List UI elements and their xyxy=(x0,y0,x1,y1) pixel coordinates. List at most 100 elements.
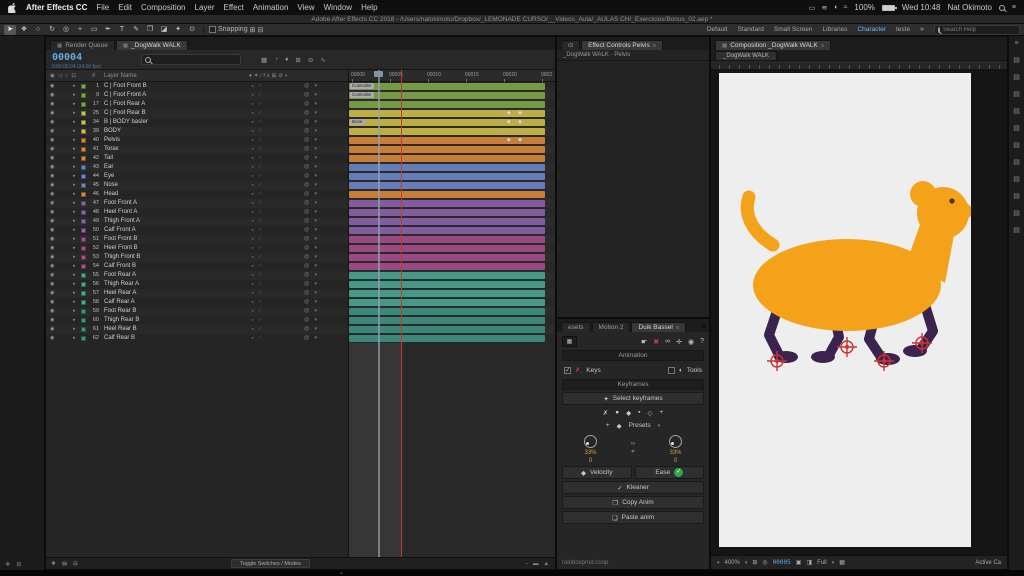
select-keyframes-button[interactable]: ✦ Select keyframes xyxy=(562,392,704,405)
resolution-caret-icon[interactable]: ▾ xyxy=(832,560,835,566)
presets-caret-icon[interactable]: ▾ xyxy=(658,423,661,429)
layer-parent-picker[interactable]: @ ▾ xyxy=(304,137,319,143)
menu-app-name[interactable]: After Effects CC xyxy=(26,3,87,12)
in-out-icon[interactable]: ⊟ xyxy=(73,561,78,567)
layer-name[interactable]: Ear xyxy=(104,164,113,170)
layer-name[interactable]: Torax xyxy=(104,146,119,152)
workspace-small-screen[interactable]: Small Screen xyxy=(774,26,813,33)
layer-row[interactable]: ◉▸56Thigh Rear A◒ ∕@ ▾ xyxy=(46,280,555,289)
layer-switches[interactable]: ◒ ∕ xyxy=(251,254,262,260)
eye-icon[interactable]: ◉ xyxy=(50,254,54,260)
eye-icon[interactable]: ◉ xyxy=(50,110,54,116)
layer-switches[interactable]: ◒ ∕ xyxy=(251,218,262,224)
twirl-icon[interactable]: ▸ xyxy=(73,146,76,152)
layer-color-swatch[interactable] xyxy=(81,111,86,116)
layer-name[interactable]: Tail xyxy=(104,155,113,161)
channels-icon[interactable]: ◨ xyxy=(806,559,812,566)
eye-icon[interactable]: ◉ xyxy=(50,83,54,89)
eye-icon[interactable]: ◉ xyxy=(50,200,54,206)
snap-features-icon[interactable]: ⊟ xyxy=(257,26,263,34)
tab-dogwalk-walk[interactable]: ▦_DogWalk WALK xyxy=(116,40,188,50)
layer-name-header[interactable]: Layer Name xyxy=(104,73,137,79)
layer-parent-picker[interactable]: @ ▾ xyxy=(304,236,319,242)
hide-shy-icon[interactable]: ♦ xyxy=(285,56,288,64)
panel-icon[interactable]: ▤ xyxy=(1013,90,1020,98)
apple-icon[interactable] xyxy=(8,3,17,13)
roto-brush-tool[interactable]: ✦ xyxy=(172,25,184,35)
ease-in-percent[interactable]: 33% xyxy=(584,450,596,456)
hamburger-menu-icon[interactable]: ≡ xyxy=(1014,40,1018,47)
tab-effect-controls[interactable]: Effect Controls Pelvis ≡ xyxy=(581,40,663,50)
eye-icon[interactable]: ◉ xyxy=(50,128,54,134)
layer-switches[interactable]: ◒ ∕ xyxy=(251,119,262,125)
layer-switches[interactable]: ◒ ∕ xyxy=(251,272,262,278)
keyframe-markers[interactable]: ◆ ◆ xyxy=(507,137,525,143)
live-update-icon[interactable]: ▦ xyxy=(261,56,267,64)
layer-row[interactable]: ◉▸42Tail◒ ∕@ ▾ xyxy=(46,154,555,163)
layer-name[interactable]: Foot Front B xyxy=(104,236,137,242)
twirl-icon[interactable]: ▸ xyxy=(73,317,76,323)
twirl-icon[interactable]: ▸ xyxy=(73,119,76,125)
mask-tool[interactable]: ▭ xyxy=(88,25,100,35)
workspace-character[interactable]: Character xyxy=(857,26,886,33)
layer-color-swatch[interactable] xyxy=(81,129,86,134)
layer-color-swatch[interactable] xyxy=(81,318,86,323)
pan-behind-tool[interactable]: + xyxy=(74,25,86,35)
layer-color-swatch[interactable] xyxy=(81,165,86,170)
layer-name[interactable]: Heel Front B xyxy=(104,245,138,251)
ease-button[interactable]: Ease ✓ xyxy=(635,466,705,479)
layer-switches[interactable]: ◒ ∕ xyxy=(251,281,262,287)
layer-name[interactable]: C | Foot Rear B xyxy=(104,110,146,116)
layer-name[interactable]: Foot Rear A xyxy=(104,272,136,278)
layer-color-swatch[interactable] xyxy=(81,300,86,305)
adjustment-layer-icon[interactable]: ◐ xyxy=(285,73,290,79)
menu-effect[interactable]: Effect xyxy=(224,3,244,12)
workspace-libraries[interactable]: Libraries xyxy=(823,26,848,33)
more-panels-icon[interactable]: » xyxy=(702,323,706,332)
magnification-caret-icon[interactable]: ▾ xyxy=(717,560,720,566)
keyframe-markers[interactable]: ◆ ◆ xyxy=(507,119,525,125)
layer-color-swatch[interactable] xyxy=(81,210,86,215)
eye-icon[interactable]: ◉ xyxy=(50,101,54,107)
velocity-button[interactable]: ◆ Velocity xyxy=(562,466,632,479)
layer-parent-picker[interactable]: @ ▾ xyxy=(304,281,319,287)
tab-motion-2[interactable]: Motion 2 xyxy=(592,322,631,332)
layer-parent-picker[interactable]: @ ▾ xyxy=(304,92,319,98)
layer-parent-picker[interactable]: @ ▾ xyxy=(304,119,319,125)
eye-icon[interactable]: ◉ xyxy=(50,146,54,152)
layer-name[interactable]: Thigh Rear A xyxy=(104,281,139,287)
layer-color-swatch[interactable] xyxy=(81,102,86,107)
motion-blur-icon[interactable]: ⊘ xyxy=(278,73,285,79)
menubar-user[interactable]: Nat Okimoto xyxy=(947,3,991,12)
layer-row[interactable]: ◉▸46Head◒ ∕@ ▾ xyxy=(46,190,555,199)
region-of-interest-icon[interactable]: ▦ xyxy=(839,559,845,566)
layer-row[interactable]: ◉▸57Heel Rear A◒ ∕@ ▾ xyxy=(46,289,555,298)
timeline-search-input[interactable] xyxy=(154,57,237,63)
layer-switches[interactable]: ◒ ∕ xyxy=(251,245,262,251)
fx-icon[interactable]: fx xyxy=(263,73,271,79)
twirl-icon[interactable]: ▸ xyxy=(73,200,76,206)
twirl-icon[interactable]: ▸ xyxy=(73,245,76,251)
layer-color-swatch[interactable] xyxy=(81,183,86,188)
timeline-zoom-slider[interactable]: − ▬ ▲ xyxy=(525,561,549,567)
layer-color-swatch[interactable] xyxy=(81,147,86,152)
wifi-icon[interactable]: ≈ xyxy=(844,4,848,12)
red-x-icon[interactable]: ✖ xyxy=(653,338,659,346)
layer-color-swatch[interactable] xyxy=(81,228,86,233)
rotation-tool[interactable]: ↻ xyxy=(46,25,58,35)
eye-icon[interactable]: ◉ xyxy=(50,155,54,161)
layer-switches[interactable]: ◒ ∕ xyxy=(251,317,262,323)
brush-tool[interactable]: ✎ xyxy=(130,25,142,35)
layer-parent-picker[interactable]: @ ▾ xyxy=(304,218,319,224)
expand-layers-icon[interactable]: ❖ xyxy=(51,561,56,567)
layer-color-swatch[interactable] xyxy=(81,156,86,161)
add-keyframe-icon[interactable]: + xyxy=(659,409,663,416)
menu-window[interactable]: Window xyxy=(324,3,352,12)
ease-out-dial[interactable] xyxy=(669,435,682,448)
layer-color-swatch[interactable] xyxy=(81,192,86,197)
selection-tool[interactable]: ➤ xyxy=(4,25,16,35)
twirl-icon[interactable]: ▸ xyxy=(73,335,76,341)
audio-icon[interactable]: ◁ xyxy=(58,73,65,79)
eye-icon[interactable]: ◉ xyxy=(50,137,54,143)
layer-parent-picker[interactable]: @ ▾ xyxy=(304,146,319,152)
